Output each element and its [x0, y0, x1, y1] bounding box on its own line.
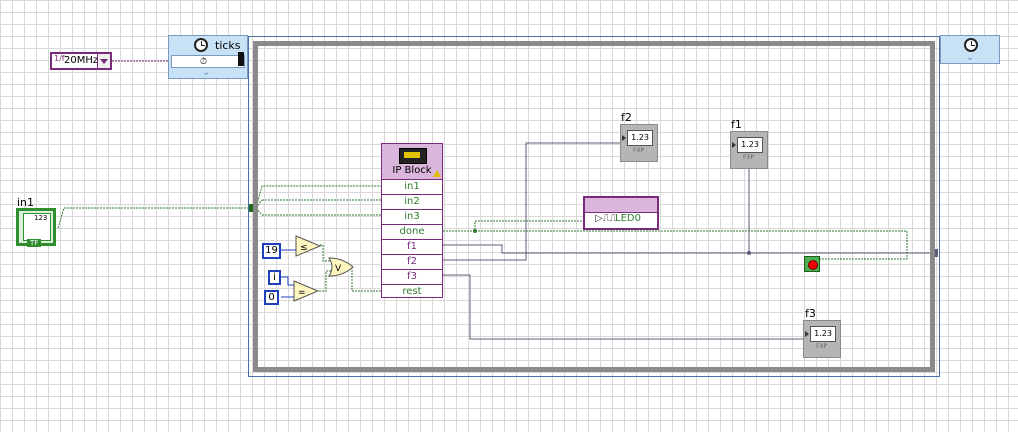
expand-chevron-icon[interactable]: ⌄	[966, 53, 974, 63]
f1-display: 1.23	[737, 137, 763, 153]
clock-icon	[964, 38, 978, 52]
pulse-icon: ▷⎍⎍	[595, 213, 617, 224]
f3-indicator[interactable]: 1.23 FXP	[803, 320, 841, 358]
f1-indicator[interactable]: 1.23 FXP	[730, 131, 768, 169]
ip-block-output-f1[interactable]: f1	[382, 239, 442, 254]
stop-icon	[808, 260, 818, 270]
ip-block-icon	[399, 148, 427, 164]
constant-19[interactable]: 19	[262, 243, 281, 259]
led0-header	[585, 198, 657, 213]
expand-chevron-icon[interactable]: ⌄	[202, 68, 210, 78]
timed-loop-left-edge	[238, 52, 244, 66]
led0-label: LED0	[615, 213, 641, 224]
chevron-down-icon[interactable]	[97, 54, 110, 68]
f2-type: FXP	[633, 147, 645, 154]
in1-control-face: 123	[23, 213, 51, 241]
clock-constant[interactable]: 1/f 20MHz	[50, 52, 112, 70]
ip-block-output-done[interactable]: done	[382, 224, 442, 239]
in1-type-tag: TF	[27, 239, 42, 247]
ip-block-node[interactable]: IP Block in1 in2 in3 done f1 f2 f3 rest	[381, 143, 443, 298]
timed-loop-ticks-label: ticks	[215, 39, 241, 52]
f3-display: 1.23	[810, 326, 836, 342]
ip-block-output-f2[interactable]: f2	[382, 254, 442, 269]
f3-label: f3	[805, 307, 816, 320]
ip-block-input-in3[interactable]: in3	[382, 209, 442, 224]
led0-node[interactable]: ▷⎍⎍ LED0	[583, 196, 659, 230]
iteration-terminal[interactable]: i	[268, 270, 281, 285]
ip-block-header: IP Block	[382, 144, 442, 179]
f1-type: FXP	[743, 154, 755, 161]
clock-constant-value: 20MHz	[64, 55, 99, 66]
constant-0[interactable]: 0	[264, 290, 279, 305]
timed-loop-output-node[interactable]: ⌄	[940, 35, 1000, 64]
stop-condition-terminal[interactable]	[804, 256, 820, 272]
f2-display: 1.23	[627, 130, 653, 146]
clock-icon	[194, 38, 208, 52]
timed-loop-input-node[interactable]: ticks ⏱ ⌄	[168, 35, 248, 79]
ip-block-input-in2[interactable]: in2	[382, 194, 442, 209]
f2-label: f2	[621, 111, 632, 124]
f3-type: FXP	[816, 343, 828, 350]
ip-block-output-f3[interactable]: f3	[382, 269, 442, 284]
f2-input-terminal	[622, 135, 626, 141]
ip-block-input-in1[interactable]: in1	[382, 179, 442, 194]
in1-control[interactable]: 123 TF	[16, 208, 56, 247]
in1-wire	[57, 207, 250, 229]
f2-indicator[interactable]: 1.23 FXP	[620, 124, 658, 162]
f3-input-terminal	[805, 331, 809, 337]
f1-input-terminal	[732, 142, 736, 148]
ip-block-input-rest[interactable]: rest	[382, 284, 442, 299]
f1-label: f1	[731, 118, 742, 131]
warning-icon	[433, 170, 441, 177]
